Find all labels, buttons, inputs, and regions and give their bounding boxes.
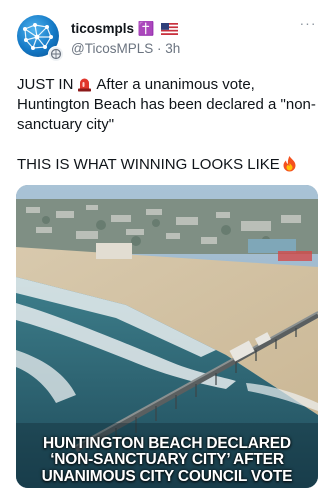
post-text: JUST IN After a unanimous vote, Huntingt… [17,75,322,175]
post-time[interactable]: 3h [165,41,180,56]
caption-line-3: UNANIMOUS CITY COUNCIL VOTE [41,467,293,485]
rotating-light-icon [78,78,92,92]
handle-row: @TicosMPLS · 3h [71,41,321,57]
us-flag-icon [161,23,179,35]
caption-line-2: ‘NON-SANCTUARY CITY’ AFTER [50,451,284,468]
tweet-header: ticosmpls ✝️ @TicosMPLS · 3h [71,20,321,57]
post-line-4: THIS IS WHAT WINNING LOOKS LIKE [17,155,322,175]
separator: · [157,41,162,56]
post-line-3: sanctuary city" [17,116,115,133]
tweet-card[interactable]: ticosmpls ✝️ @TicosMPLS · 3h ··· JUST IN… [0,0,334,500]
post-line-2: Huntington Beach has been declared a "no… [17,96,316,113]
verified-badge-icon [48,46,64,62]
caption-line-1: HUNTINGTON BEACH DECLARED [43,434,291,452]
winning-text: THIS IS WHAT WINNING LOOKS LIKE [17,156,280,173]
just-in-label: JUST IN [17,76,74,93]
fire-icon [283,156,296,172]
post-image[interactable]: HUNTINGTON BEACH DECLARED ‘NON-SANCTUARY… [16,185,318,488]
post-line-1: JUST IN After a unanimous vote, [17,75,322,95]
author-handle[interactable]: @TicosMPLS [71,41,153,56]
more-options-icon[interactable]: ··· [298,16,318,32]
image-caption: HUNTINGTON BEACH DECLARED ‘NON-SANCTUARY… [16,434,318,486]
post-line-1-rest: After a unanimous vote, [96,76,255,93]
author-display-name[interactable]: ticosmpls ✝️ [71,21,155,37]
